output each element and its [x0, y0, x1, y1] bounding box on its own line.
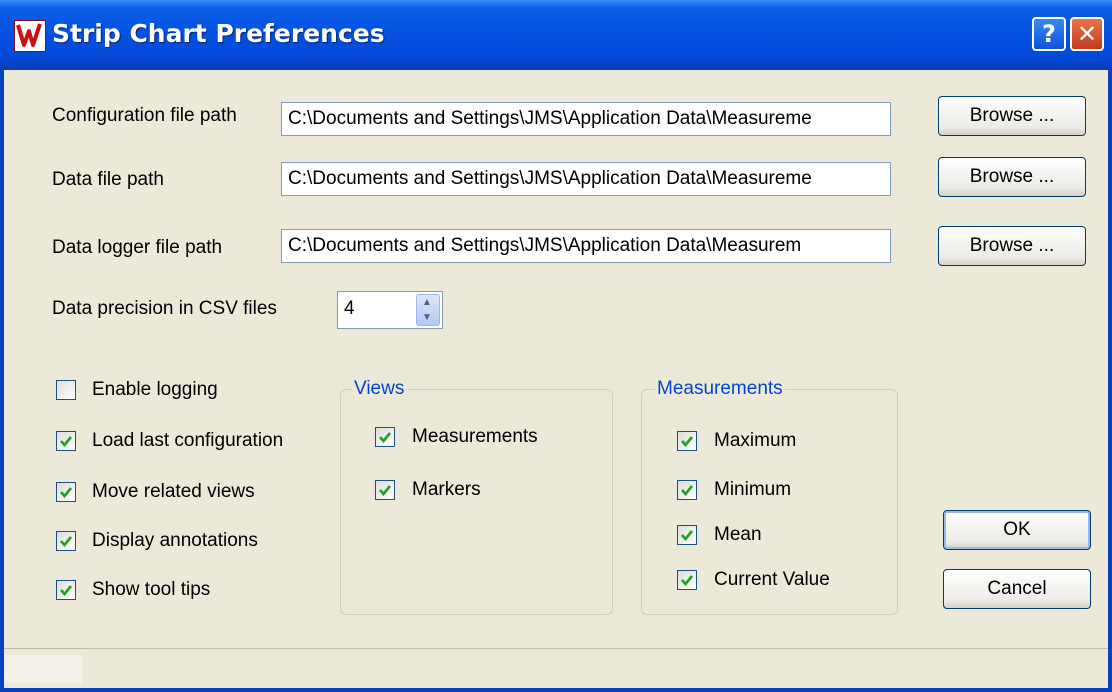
check-icon	[60, 585, 73, 597]
minimum-label: Minimum	[714, 479, 792, 500]
check-icon	[681, 436, 694, 448]
data-browse-button[interactable]: Browse ...	[938, 157, 1086, 197]
views-markers-label: Markers	[412, 479, 481, 500]
check-icon	[379, 485, 392, 497]
logger-browse-button[interactable]: Browse ...	[938, 226, 1086, 266]
logger-path-input[interactable]: C:\Documents and Settings\JMS\Applicatio…	[281, 229, 891, 263]
views-markers-checkbox[interactable]	[375, 480, 395, 500]
views-measurements-checkbox[interactable]	[375, 427, 395, 447]
ok-button[interactable]: OK	[943, 510, 1091, 550]
data-path-input[interactable]: C:\Documents and Settings\JMS\Applicatio…	[281, 162, 891, 196]
status-pane	[4, 655, 82, 683]
views-measurements-label: Measurements	[412, 426, 538, 447]
enable-logging-checkbox[interactable]	[56, 380, 76, 400]
precision-label: Data precision in CSV files	[52, 298, 277, 319]
current-value-label: Current Value	[714, 569, 830, 590]
logger-path-label: Data logger file path	[52, 237, 223, 258]
data-path-label: Data file path	[52, 169, 164, 190]
show-tool-tips-checkbox[interactable]	[56, 580, 76, 600]
config-path-label: Configuration file path	[52, 105, 237, 126]
maximum-label: Maximum	[714, 430, 797, 451]
chevron-down-icon[interactable]: ▼	[422, 312, 432, 323]
show-tool-tips-label: Show tool tips	[92, 579, 211, 600]
move-related-views-label: Move related views	[92, 481, 255, 502]
views-group-title: Views	[352, 378, 407, 400]
mean-checkbox[interactable]	[677, 525, 697, 545]
maximum-checkbox[interactable]	[677, 431, 697, 451]
minimum-checkbox[interactable]	[677, 480, 697, 500]
measurements-group-title: Measurements	[655, 378, 785, 400]
app-logo-icon	[14, 20, 46, 52]
display-annotations-label: Display annotations	[92, 530, 258, 551]
check-icon	[60, 487, 73, 499]
check-icon	[60, 536, 73, 548]
cancel-button[interactable]: Cancel	[943, 569, 1091, 609]
current-value-checkbox[interactable]	[677, 570, 697, 590]
load-last-config-label: Load last configuration	[92, 430, 284, 451]
config-browse-button[interactable]: Browse ...	[938, 96, 1086, 136]
check-icon	[681, 530, 694, 542]
preferences-dialog: Strip Chart Preferences ? ✕ Configuratio…	[0, 0, 1112, 692]
spin-arrows[interactable]: ▲ ▼	[416, 294, 440, 326]
close-button[interactable]: ✕	[1070, 17, 1104, 51]
check-icon	[681, 485, 694, 497]
check-icon	[681, 575, 694, 587]
load-last-config-checkbox[interactable]	[56, 431, 76, 451]
precision-stepper[interactable]: 4 ▲ ▼	[337, 291, 443, 329]
window-bottom-border	[0, 688, 1112, 692]
display-annotations-checkbox[interactable]	[56, 531, 76, 551]
enable-logging-label: Enable logging	[92, 379, 218, 400]
check-icon	[379, 432, 392, 444]
check-icon	[60, 436, 73, 448]
move-related-views-checkbox[interactable]	[56, 482, 76, 502]
views-group	[340, 389, 613, 615]
precision-value: 4	[344, 298, 355, 319]
status-bar	[4, 648, 1108, 689]
window-title: Strip Chart Preferences	[52, 19, 385, 48]
mean-label: Mean	[714, 524, 762, 545]
chevron-up-icon[interactable]: ▲	[422, 297, 432, 308]
config-path-input[interactable]: C:\Documents and Settings\JMS\Applicatio…	[281, 102, 891, 136]
help-button[interactable]: ?	[1032, 17, 1066, 51]
title-bar[interactable]: Strip Chart Preferences ? ✕	[0, 0, 1112, 70]
